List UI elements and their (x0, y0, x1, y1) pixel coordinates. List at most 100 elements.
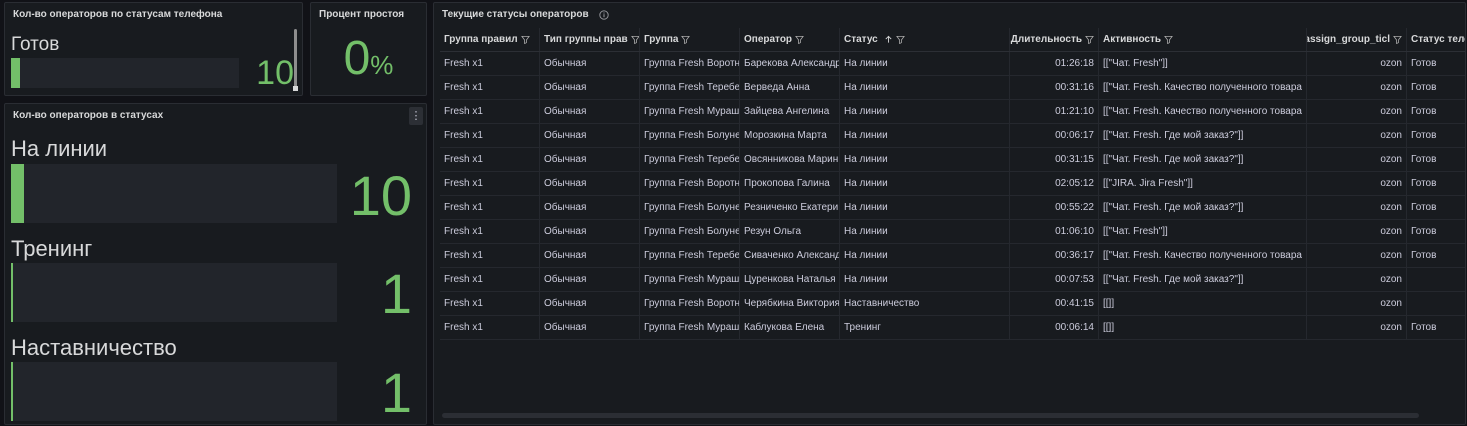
column-header-label: Длительность (1010, 34, 1082, 45)
cell-duration: 00:36:17 (1010, 244, 1099, 267)
cell-duration: 00:55:22 (1010, 196, 1099, 219)
operator-table-panel: Текущие статусы операторов Группа правил… (433, 2, 1466, 425)
cell-group-type: Обычная (540, 196, 640, 219)
cell-duration: 00:06:17 (1010, 124, 1099, 147)
operator-table: Группа правил Тип группы прав Группа Опе… (440, 28, 1465, 340)
table-row[interactable]: Fresh x1 Обычная Группа Fresh Воротн Прокоп… (440, 172, 1465, 196)
table-row[interactable]: Fresh x1 Обычная Группа Fresh Болуне Морозк… (440, 124, 1465, 148)
idle-percent-stat: 0% (311, 35, 426, 83)
cell-operator: Морозкина Марта (740, 124, 840, 147)
cell-operator: Верведа Анна (740, 76, 840, 99)
cell-operator: Прокопова Галина (740, 172, 840, 195)
cell-activity: [["Чат. Fresh. Качество полученного това… (1099, 76, 1307, 99)
cell-group-type: Обычная (540, 220, 640, 243)
cell-rule-group: Fresh x1 (440, 316, 540, 339)
funnel-icon[interactable] (795, 35, 804, 44)
gauge-label-on-line: На линии (11, 136, 108, 161)
kebab-menu-icon[interactable]: ⋮ (409, 107, 423, 125)
cell-group: Группа Fresh Теребе (640, 76, 740, 99)
horizontal-scrollbar[interactable] (442, 413, 1419, 418)
table-row[interactable]: Fresh x1 Обычная Группа Fresh Воротн Черябк… (440, 292, 1465, 316)
funnel-icon[interactable] (895, 35, 905, 44)
cell-duration: 00:31:15 (1010, 148, 1099, 171)
cell-group-type: Обычная (540, 292, 640, 315)
cell-rule-group: Fresh x1 (440, 148, 540, 171)
cell-group: Группа Fresh Мураш (640, 100, 740, 123)
cell-assign-group: ozon (1307, 292, 1407, 315)
table-row[interactable]: Fresh x1 Обычная Группа Fresh Мураш Зайцева… (440, 100, 1465, 124)
cell-rule-group: Fresh x1 (440, 244, 540, 267)
cell-assign-group: ozon (1307, 220, 1407, 243)
cell-duration: 00:07:53 (1010, 268, 1099, 291)
cell-assign-group: ozon (1307, 76, 1407, 99)
column-header-label: Оператор (744, 34, 793, 45)
column-header[interactable]: Активность (1099, 28, 1307, 51)
table-row[interactable]: Fresh x1 Обычная Группа Fresh Теребе Сиваче… (440, 244, 1465, 268)
gauge-value: 10 (256, 54, 294, 92)
column-header[interactable]: Оператор (740, 28, 840, 51)
cell-group-type: Обычная (540, 76, 640, 99)
table-body: Fresh x1 Обычная Группа Fresh Воротн Бареко… (440, 52, 1465, 340)
cell-activity: [["Чат. Fresh"]] (1099, 220, 1307, 243)
cell-assign-group: ozon (1307, 124, 1407, 147)
cell-phone-status: Готов (1411, 250, 1437, 261)
column-header[interactable]: assign_group_ticl (1307, 28, 1407, 51)
cell-activity: [["Чат. Fresh. Где мой заказ?"]] (1099, 124, 1307, 147)
scrollbar[interactable] (294, 29, 297, 87)
arrow-up-icon[interactable] (884, 35, 893, 44)
table-row[interactable]: Fresh x1 Обычная Группа Fresh Мураш Каблуко… (440, 316, 1465, 340)
cell-operator: Барекова Александр (740, 52, 840, 75)
panel-title: Кол-во операторов в статусах (13, 110, 164, 121)
cell-operator: Резун Ольга (740, 220, 840, 243)
cell-rule-group: Fresh x1 (440, 76, 540, 99)
stat-value: 0 (343, 32, 371, 85)
cell-operator: Резниченко Екатери (740, 196, 840, 219)
funnel-icon[interactable] (520, 35, 530, 44)
cell-assign-group: ozon (1307, 268, 1407, 291)
table-row[interactable]: Fresh x1 Обычная Группа Fresh Воротн Бареко… (440, 52, 1465, 76)
column-header[interactable]: Группа (640, 28, 740, 51)
cell-rule-group: Fresh x1 (440, 172, 540, 195)
cell-group-type: Обычная (540, 52, 640, 75)
funnel-icon[interactable] (681, 35, 691, 44)
cell-duration: 01:06:10 (1010, 220, 1099, 243)
cell-status: На линии (840, 52, 1010, 75)
panel-title: Процент простоя (319, 9, 405, 20)
column-header[interactable]: Длительность (1010, 28, 1099, 51)
cell-duration: 01:21:10 (1010, 100, 1099, 123)
cell-duration: 01:26:18 (1010, 52, 1099, 75)
table-row[interactable]: Fresh x1 Обычная Группа Fresh Болуне Резнич… (440, 196, 1465, 220)
funnel-icon[interactable] (630, 35, 640, 44)
column-header-label: assign_group_ticl (1307, 34, 1390, 45)
cell-operator: Овсянникова Марин (740, 148, 840, 171)
cell-group-type: Обычная (540, 316, 640, 339)
table-row[interactable]: Fresh x1 Обычная Группа Fresh Теребе Овсянн… (440, 148, 1465, 172)
cell-assign-group: ozon (1307, 148, 1407, 171)
cell-status: На линии (840, 124, 1010, 147)
table-row[interactable]: Fresh x1 Обычная Группа Fresh Теребе Вервед… (440, 76, 1465, 100)
column-header[interactable]: Тип группы прав (540, 28, 640, 51)
column-header-label: Тип группы прав (544, 34, 628, 45)
funnel-icon[interactable] (1393, 35, 1402, 44)
cell-operator: Зайцева Ангелина (740, 100, 840, 123)
cell-assign-group: ozon (1307, 52, 1407, 75)
column-header[interactable]: Группа правил (440, 28, 540, 51)
table-row[interactable]: Fresh x1 Обычная Группа Fresh Мураш Цуренко… (440, 268, 1465, 292)
column-header[interactable]: Статус теле (1407, 28, 1465, 51)
gauge-track (11, 263, 337, 322)
column-header-label: Статус (844, 34, 878, 45)
panel-title: Кол-во операторов по статусам телефона (13, 9, 223, 20)
panel-title-text: Текущие статусы операторов (442, 9, 589, 20)
funnel-icon[interactable] (1164, 35, 1173, 44)
table-row[interactable]: Fresh x1 Обычная Группа Fresh Болуне Резун … (440, 220, 1465, 244)
resize-handle[interactable] (293, 86, 298, 91)
funnel-icon[interactable] (1085, 35, 1094, 44)
cell-status: На линии (840, 220, 1010, 243)
info-icon[interactable] (598, 9, 609, 20)
gauge-label: Готов (11, 34, 60, 55)
cell-status: На линии (840, 244, 1010, 267)
cell-phone-status: Готов (1411, 178, 1437, 189)
column-header[interactable]: Статус (840, 28, 1010, 51)
cell-status: На линии (840, 76, 1010, 99)
gauge-value: 1 (380, 361, 412, 424)
